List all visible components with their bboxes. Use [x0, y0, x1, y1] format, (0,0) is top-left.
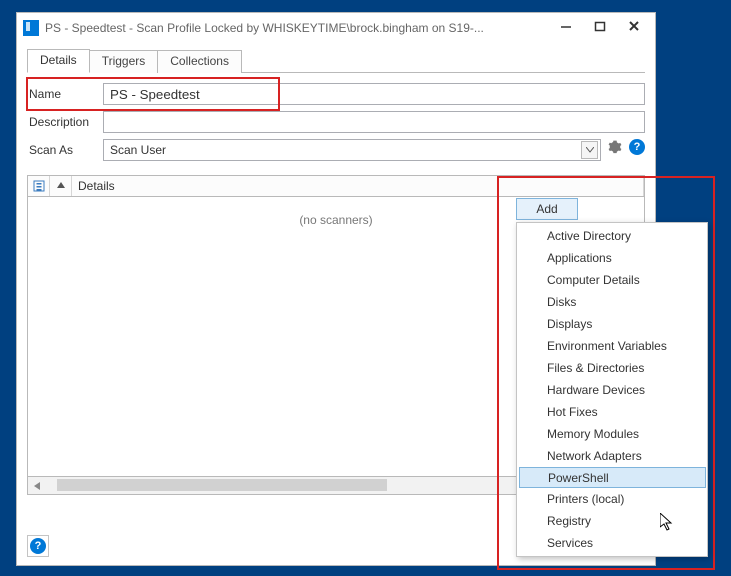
maximize-button[interactable]	[583, 14, 617, 38]
titlebar: PS - Speedtest - Scan Profile Locked by …	[17, 13, 655, 43]
tab-collections[interactable]: Collections	[157, 50, 242, 73]
name-input[interactable]	[103, 83, 645, 105]
menu-item-computer-details[interactable]: Computer Details	[519, 269, 706, 291]
tab-triggers[interactable]: Triggers	[89, 50, 159, 73]
footer-help-button[interactable]: ?	[27, 535, 49, 557]
add-button[interactable]: Add	[516, 198, 578, 220]
scanners-header: Details	[27, 175, 645, 197]
app-icon	[23, 20, 39, 36]
scanners-empty-text: (no scanners)	[299, 213, 372, 227]
scroll-left-icon[interactable]	[28, 477, 45, 494]
menu-item-registry[interactable]: Registry	[519, 510, 706, 532]
window-title: PS - Speedtest - Scan Profile Locked by …	[45, 21, 549, 35]
chevron-down-icon	[581, 141, 598, 159]
help-icon[interactable]: ?	[629, 139, 645, 155]
minimize-button[interactable]	[549, 14, 583, 38]
column-icon[interactable]	[28, 176, 50, 196]
add-scanner-menu: Active DirectoryApplicationsComputer Det…	[516, 222, 708, 557]
scroll-thumb[interactable]	[57, 479, 387, 491]
menu-item-applications[interactable]: Applications	[519, 247, 706, 269]
description-label: Description	[27, 115, 103, 129]
description-input[interactable]	[103, 111, 645, 133]
sort-indicator-icon[interactable]	[50, 176, 72, 196]
help-icon: ?	[30, 538, 46, 554]
column-details-header[interactable]: Details	[72, 176, 644, 196]
close-button[interactable]	[617, 14, 651, 38]
menu-item-active-directory[interactable]: Active Directory	[519, 225, 706, 247]
menu-item-displays[interactable]: Displays	[519, 313, 706, 335]
menu-item-powershell[interactable]: PowerShell	[519, 467, 706, 488]
menu-item-network-adapters[interactable]: Network Adapters	[519, 445, 706, 467]
scanas-select[interactable]: Scan User	[103, 139, 601, 161]
side-buttons: Add	[516, 198, 578, 220]
menu-item-printers-local-[interactable]: Printers (local)	[519, 488, 706, 510]
menu-item-hardware-devices[interactable]: Hardware Devices	[519, 379, 706, 401]
scanas-value: Scan User	[110, 143, 581, 157]
menu-item-memory-modules[interactable]: Memory Modules	[519, 423, 706, 445]
tab-details[interactable]: Details	[27, 49, 90, 73]
menu-item-files-directories[interactable]: Files & Directories	[519, 357, 706, 379]
name-label: Name	[27, 87, 103, 101]
tabstrip: Details Triggers Collections	[27, 49, 645, 73]
gear-icon[interactable]	[607, 139, 623, 155]
menu-item-environment-variables[interactable]: Environment Variables	[519, 335, 706, 357]
scanas-label: Scan As	[27, 143, 103, 157]
menu-item-services[interactable]: Services	[519, 532, 706, 554]
menu-item-hot-fixes[interactable]: Hot Fixes	[519, 401, 706, 423]
menu-item-disks[interactable]: Disks	[519, 291, 706, 313]
